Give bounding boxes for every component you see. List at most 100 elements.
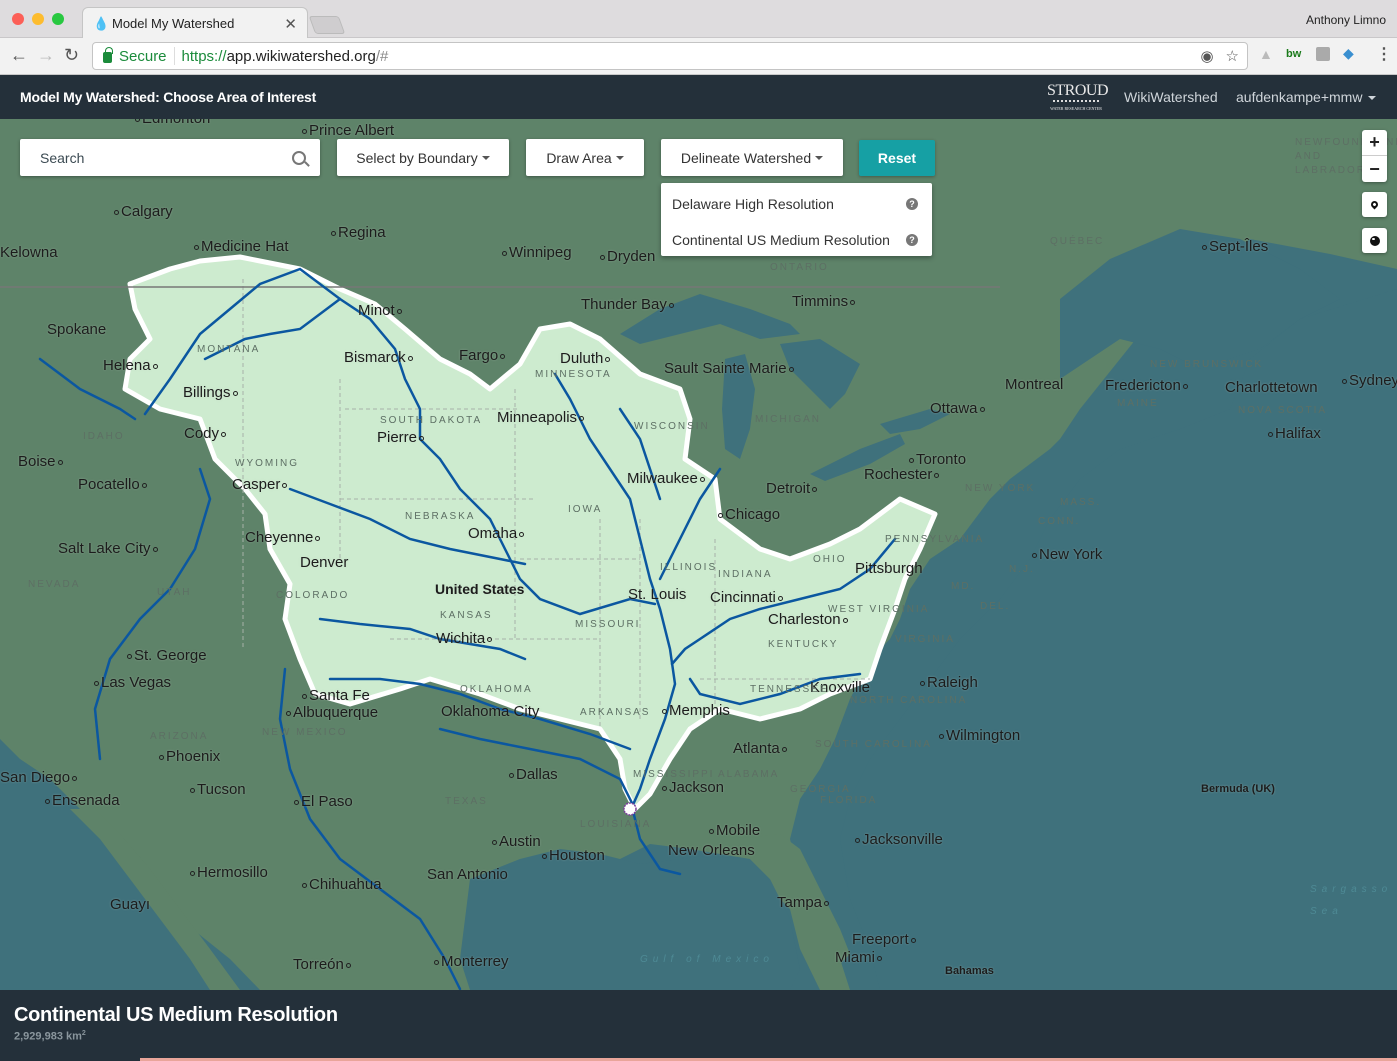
- location-icon[interactable]: ◉: [1200, 47, 1213, 65]
- map-pin-icon: [1369, 199, 1380, 210]
- city-dot-icon: [718, 512, 723, 518]
- city-label: Wichita: [436, 630, 494, 647]
- city-dot-icon: [141, 482, 147, 488]
- state-label: QUÉBEC: [1050, 236, 1105, 247]
- user-menu[interactable]: aufdenkampe+mmw: [1236, 89, 1377, 105]
- city-label: Fredericton: [1105, 377, 1190, 394]
- city-label: Tucson: [188, 781, 246, 798]
- city-dot-icon: [668, 302, 674, 308]
- city-dot-icon: [1032, 552, 1037, 558]
- city-dot-icon: [94, 680, 99, 686]
- city-dot-icon: [934, 472, 940, 478]
- caret-down-icon: [481, 155, 490, 160]
- draw-area-button[interactable]: Draw Area: [526, 139, 644, 176]
- city-label: New York: [1030, 546, 1102, 563]
- label-text: Omaha: [468, 525, 518, 542]
- label-text: Hermosillo: [197, 864, 268, 881]
- minimize-window-button[interactable]: [32, 13, 44, 25]
- menu-item-delaware-high-resolution[interactable]: Delaware High Resolution ?: [661, 186, 932, 222]
- label-text: Albuquerque: [293, 704, 379, 721]
- city-dot-icon: [407, 355, 413, 361]
- city-label: New Orleans: [668, 842, 755, 859]
- wikiwatershed-link[interactable]: WikiWatershed: [1124, 89, 1218, 105]
- basemap-layers-button[interactable]: [1362, 228, 1387, 253]
- city-dot-icon: [232, 390, 238, 396]
- state-label: ILLINOIS: [660, 562, 718, 573]
- label-text: Oklahoma City: [441, 703, 540, 720]
- select-by-boundary-button[interactable]: Select by Boundary: [337, 139, 509, 176]
- state-label: MISSISSIPPI: [633, 769, 715, 780]
- city-dot-icon: [190, 870, 195, 876]
- city-label: Jacksonville: [853, 831, 943, 848]
- label-text: Pittsburgh: [855, 560, 923, 577]
- label-text: El Paso: [301, 793, 353, 810]
- label-text: Edmonton: [142, 119, 210, 127]
- forward-arrow-icon[interactable]: →: [37, 46, 55, 64]
- label-text: Wilmington: [946, 727, 1021, 744]
- state-label: MONTANA: [197, 344, 261, 355]
- city-label: Oklahoma City: [441, 703, 539, 720]
- bookmark-star-icon[interactable]: ☆: [1226, 47, 1239, 65]
- back-arrow-icon[interactable]: ←: [10, 46, 28, 64]
- help-icon[interactable]: ?: [906, 234, 918, 246]
- reload-icon[interactable]: ↻: [64, 46, 79, 64]
- browser-tab[interactable]: 💧 Model My Watershed ✕: [82, 7, 308, 39]
- map[interactable]: Edmonton Prince Albert Calgary Regina Me…: [0, 119, 1397, 990]
- city-label: Rochester: [864, 466, 941, 483]
- url-host: app.wikiwatershed.org: [226, 47, 376, 65]
- menu-item-continental-us-medium-resolution[interactable]: Continental US Medium Resolution ?: [661, 222, 932, 258]
- label-text: San Antonio: [427, 866, 508, 883]
- extension-icon[interactable]: [1316, 47, 1330, 61]
- label-text: Medicine Hat: [201, 238, 289, 255]
- city-dot-icon: [282, 482, 288, 488]
- search-input[interactable]: Search: [20, 139, 320, 176]
- city-dot-icon: [1182, 383, 1188, 389]
- city-label: Sault Sainte Marie: [664, 360, 796, 377]
- city-label: Dryden: [598, 248, 655, 265]
- new-tab-button[interactable]: [308, 16, 346, 34]
- city-label: Detroit: [766, 480, 819, 497]
- zoom-control: + −: [1362, 130, 1387, 182]
- zoom-in-button[interactable]: +: [1362, 130, 1387, 156]
- label-text: Thunder Bay: [581, 296, 667, 313]
- city-label: St. Louis: [628, 586, 686, 603]
- city-label: Winnipeg: [500, 244, 572, 261]
- label-text: Rochester: [864, 466, 933, 483]
- city-label: Milwaukee: [627, 470, 707, 487]
- address-bar[interactable]: Secure https:// app.wikiwatershed.org /#…: [92, 42, 1248, 70]
- label-text: Pierre: [377, 429, 418, 446]
- caret-down-icon: [615, 155, 624, 160]
- locate-button[interactable]: [1362, 192, 1387, 217]
- label-text: Sault Sainte Marie: [664, 360, 787, 377]
- water-body-label: Gulf of Mexico: [640, 954, 774, 965]
- state-label: N.J.: [1009, 564, 1035, 575]
- help-icon[interactable]: ?: [906, 198, 918, 210]
- label-text: Kelowna: [0, 244, 58, 261]
- city-dot-icon: [781, 746, 787, 752]
- layers-icon[interactable]: ◆: [1343, 45, 1354, 62]
- delineate-watershed-button[interactable]: Delineate Watershed: [661, 139, 843, 176]
- city-dot-icon: [152, 363, 158, 369]
- city-label: Houston: [540, 847, 605, 864]
- menu-dots-icon[interactable]: ⋮: [1376, 44, 1392, 64]
- bw-icon[interactable]: bw: [1286, 48, 1301, 60]
- state-label: ALABAMA: [718, 769, 780, 780]
- close-tab-icon[interactable]: ✕: [284, 15, 297, 33]
- city-label: Bismarck: [344, 349, 415, 366]
- state-label: NEVADA: [28, 579, 81, 590]
- state-label: OHIO: [813, 554, 847, 565]
- city-dot-icon: [519, 531, 525, 537]
- close-window-button[interactable]: [12, 13, 24, 25]
- city-label: Hermosillo: [188, 864, 268, 881]
- label-text: St. George: [134, 647, 207, 664]
- reset-button[interactable]: Reset: [859, 140, 935, 176]
- stroud-logo[interactable]: STROUD WATER RESEARCH CENTER: [1047, 83, 1109, 112]
- label-text: Ensenada: [52, 792, 120, 809]
- profile-name[interactable]: Anthony Limno: [1306, 13, 1386, 27]
- zoom-out-button[interactable]: −: [1362, 156, 1387, 182]
- maximize-window-button[interactable]: [52, 13, 64, 25]
- city-dot-icon: [699, 476, 705, 482]
- drive-icon[interactable]: ▲: [1259, 46, 1273, 62]
- search-icon[interactable]: [292, 150, 306, 165]
- state-label: LOUISIANA: [580, 819, 652, 830]
